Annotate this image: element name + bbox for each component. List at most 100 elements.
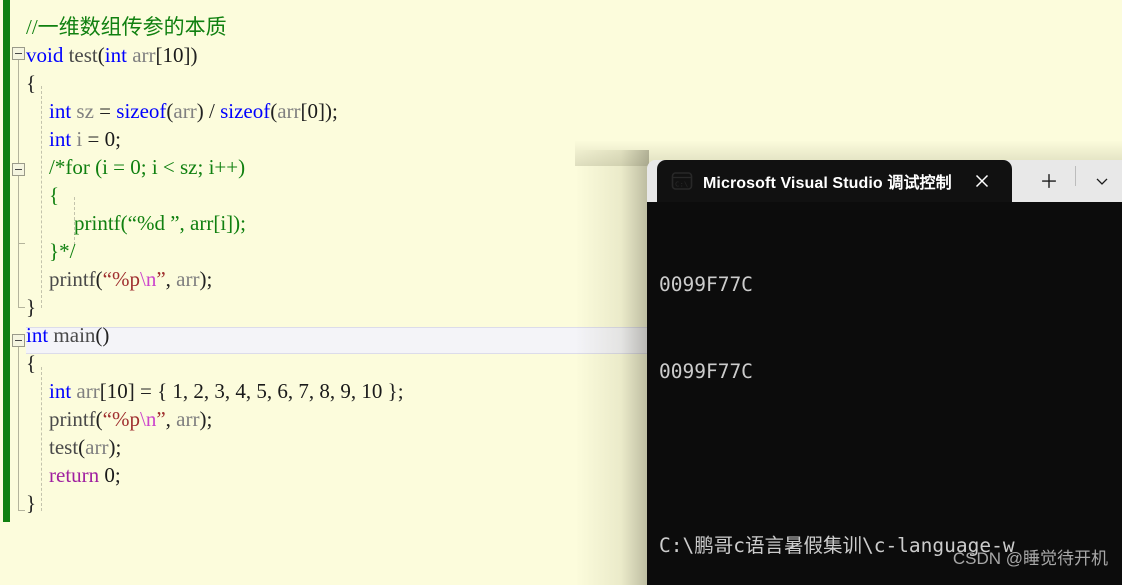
code-line[interactable]: void test(int arr[10]) <box>0 41 1122 69</box>
code-token: 8 <box>319 379 330 403</box>
code-token: test <box>49 435 79 459</box>
code-token: test <box>68 43 98 67</box>
code-token: //一维数组传参的本质 <box>26 15 227 39</box>
code-token: void <box>26 43 64 67</box>
code-token: arr <box>176 407 200 431</box>
code-token: 7 <box>298 379 309 403</box>
code-token: printf <box>49 267 96 291</box>
code-token: 10 <box>162 43 184 67</box>
code-token: { <box>26 351 37 375</box>
chevron-down-icon <box>1096 178 1108 185</box>
code-line[interactable]: //一维数组传参的本质 <box>0 13 1122 41</box>
terminal-tab-title: Microsoft Visual Studio 调试控制台 <box>703 175 951 192</box>
code-token: ) <box>196 99 209 123</box>
code-token: arr <box>173 99 197 123</box>
code-token: 10 <box>106 379 128 403</box>
code-token: int <box>26 323 49 347</box>
code-token: [ <box>300 99 308 123</box>
code-token: sizeof <box>220 99 271 123</box>
code-token: 10 <box>361 379 383 403</box>
code-token: 4 <box>235 379 246 403</box>
code-token: , <box>350 379 362 403</box>
code-token: [ <box>155 43 163 67</box>
code-token: arr <box>76 379 100 403</box>
code-token: = <box>93 99 117 123</box>
code-token: int <box>104 43 127 67</box>
code-token: ]); <box>318 99 338 123</box>
code-token: sizeof <box>116 99 167 123</box>
new-tab-button[interactable] <box>1030 160 1070 202</box>
code-token: ); <box>199 407 213 431</box>
code-token: 1 <box>172 379 183 403</box>
code-token: \n <box>139 407 157 431</box>
code-token: “%p <box>102 407 140 431</box>
code-token: main <box>53 323 96 347</box>
code-token: }*/ <box>49 239 76 263</box>
code-token: int <box>49 127 72 151</box>
code-token: 9 <box>340 379 351 403</box>
terminal-window[interactable]: C:\ Microsoft Visual Studio 调试控制台 0099F7… <box>647 160 1122 585</box>
code-token: ; <box>115 127 121 151</box>
code-token: 6 <box>277 379 288 403</box>
code-line[interactable]: int i = 0; <box>0 125 1122 153</box>
code-token: “%p <box>102 267 140 291</box>
code-token: ] = { <box>127 379 173 403</box>
code-token: int <box>49 99 72 123</box>
code-token: } <box>26 295 37 319</box>
code-token: [ <box>99 379 107 403</box>
code-line[interactable]: { <box>0 69 1122 97</box>
code-token: return <box>49 463 100 487</box>
code-token: sz <box>76 99 94 123</box>
code-token: 2 <box>193 379 204 403</box>
code-token: , <box>165 407 177 431</box>
code-token: ” <box>156 267 166 291</box>
code-token: /*for (i = 0; i < sz; i++) <box>49 155 246 179</box>
code-token: { <box>26 71 37 95</box>
terminal-tab-active[interactable]: C:\ Microsoft Visual Studio 调试控制台 <box>657 160 1012 202</box>
code-token: ( <box>95 407 103 431</box>
csdn-watermark: CSDN @睡觉待开机 <box>952 549 1108 568</box>
code-token: int <box>49 379 72 403</box>
plus-icon <box>1042 174 1057 188</box>
code-token: , <box>245 379 257 403</box>
code-token: 5 <box>256 379 267 403</box>
code-token: ; <box>114 463 121 487</box>
code-token: , <box>203 379 215 403</box>
code-token: , <box>329 379 341 403</box>
code-token: , <box>287 379 299 403</box>
code-token: 0 <box>104 463 115 487</box>
code-token: { <box>49 183 60 207</box>
code-token: }; <box>382 379 404 403</box>
toolbar-divider <box>1075 165 1077 186</box>
console-cmd-icon: C:\ <box>671 170 693 192</box>
code-token: , <box>165 267 177 291</box>
code-token: ]) <box>183 43 198 67</box>
code-token: () <box>95 323 110 347</box>
terminal-titlebar[interactable]: C:\ Microsoft Visual Studio 调试控制台 <box>647 160 1122 202</box>
code-token: arr <box>176 267 200 291</box>
code-line[interactable]: int sz = sizeof(arr) / sizeof(arr[0]); <box>0 97 1122 125</box>
code-token: ” <box>156 407 166 431</box>
code-token: ); <box>108 435 122 459</box>
code-token: , <box>308 379 320 403</box>
code-token: , <box>224 379 236 403</box>
code-token: arr <box>85 435 109 459</box>
code-token: 3 <box>214 379 225 403</box>
code-token: ); <box>199 267 213 291</box>
screen-root: //一维数组传参的本质 void test(int arr[10]){int sz… <box>0 0 1122 585</box>
code-token: printf <box>49 407 96 431</box>
svg-text:C:\: C:\ <box>675 179 688 188</box>
code-token: 0 <box>104 127 116 151</box>
terminal-output[interactable]: 0099F77C 0099F77C C:\鹏哥c语言暑假集训\c-languag… <box>647 202 1122 585</box>
code-token: arr <box>277 99 301 123</box>
terminal-output-blank-line <box>659 444 1122 473</box>
code-token: ( <box>97 43 105 67</box>
code-token: \n <box>139 267 157 291</box>
code-token: , <box>266 379 278 403</box>
terminal-output-line: 0099F77C <box>659 273 753 296</box>
code-token: printf(“%d ”, arr[i]); <box>74 211 246 235</box>
close-icon[interactable] <box>970 169 994 193</box>
code-token: = <box>82 127 105 151</box>
code-token: , <box>182 379 194 403</box>
open-new-tab-dropdown-button[interactable] <box>1082 160 1122 202</box>
